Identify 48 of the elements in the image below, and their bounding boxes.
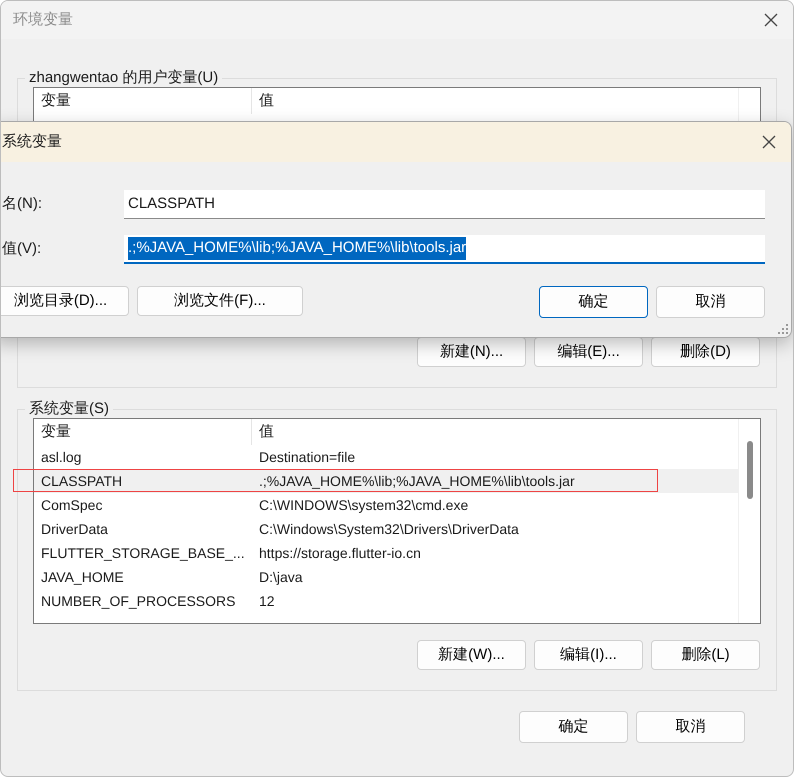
variable-name: asl.log <box>40 448 82 467</box>
dialog-button[interactable]: 新建(W)... <box>417 640 526 670</box>
scrollbar-thumb[interactable] <box>747 441 753 499</box>
variable-name: DriverData <box>40 520 109 538</box>
dialog-button[interactable]: 编辑(E)... <box>534 337 643 367</box>
variable-row[interactable]: NUMBER_OF_PROCESSORS 12 <box>34 589 738 613</box>
variable-value: 12 <box>258 592 276 610</box>
input-field[interactable]: CLASSPATH <box>124 190 765 219</box>
dialog-title: 系统变量 <box>2 132 62 152</box>
window-title: 环境变量 <box>13 10 73 30</box>
variable-row[interactable]: FLUTTER_STORAGE_BASE_... https://storage.flutter-io.cn <box>34 541 738 565</box>
variable-value: .;%JAVA_HOME%\lib;%JAVA_HOME%\lib\tools.jar <box>258 472 576 491</box>
variable-value: C:\Windows\System32\Drivers\DriverData <box>258 520 520 539</box>
column-header: 值 <box>258 422 275 442</box>
dialog-button[interactable]: 删除(D) <box>651 337 760 367</box>
field-label: 值(V): <box>1 239 42 260</box>
dialog-button[interactable]: 浏览文件(F)... <box>137 286 303 316</box>
dialog-button[interactable]: 取消 <box>656 286 765 318</box>
dialog-button[interactable]: 取消 <box>636 711 745 743</box>
dialog-button[interactable]: 浏览目录(D)... <box>1 286 129 316</box>
variable-name: FLUTTER_STORAGE_BASE_... <box>40 544 246 563</box>
dialog-button[interactable]: 新建(N)... <box>417 337 526 367</box>
dialog-button[interactable]: 删除(L) <box>651 640 760 670</box>
column-header: 变量 <box>34 419 252 445</box>
variable-name: JAVA_HOME <box>40 568 125 587</box>
user-group-label: zhangwentao 的用户变量(U) <box>28 69 220 87</box>
variable-row[interactable]: DriverData C:\Windows\System32\Drivers\DriverData <box>34 517 738 541</box>
system-group-label: 系统变量(S) <box>28 400 110 418</box>
resize-grip-icon[interactable] <box>778 324 788 334</box>
input-field[interactable]: .;%JAVA_HOME%\lib;%JAVA_HOME%\lib\tools.jar <box>124 235 765 264</box>
variable-value: D:\java <box>258 568 304 587</box>
variable-name: NUMBER_OF_PROCESSORS <box>40 592 236 611</box>
dialog-button[interactable]: 编辑(I)... <box>534 640 643 670</box>
close-icon[interactable] <box>761 134 777 150</box>
close-icon[interactable] <box>763 12 779 28</box>
dialog-button[interactable]: 确定 <box>519 711 628 743</box>
variable-row[interactable]: JAVA_HOME D:\java <box>34 565 738 589</box>
column-header: 值 <box>258 90 275 111</box>
variable-row[interactable]: asl.log Destination=file <box>34 445 738 469</box>
variable-name: CLASSPATH <box>40 472 124 490</box>
variable-row[interactable]: ComSpec C:\WINDOWS\system32\cmd.exe <box>34 493 738 517</box>
field-label: 名(N): <box>1 194 43 214</box>
variable-value: https://storage.flutter-io.cn <box>258 544 422 563</box>
column-header: 变量 <box>34 88 252 114</box>
variable-name: ComSpec <box>40 496 104 515</box>
dialog-button[interactable]: 确定 <box>539 286 648 318</box>
variable-value: Destination=file <box>258 448 356 466</box>
variable-value: C:\WINDOWS\system32\cmd.exe <box>258 496 470 515</box>
